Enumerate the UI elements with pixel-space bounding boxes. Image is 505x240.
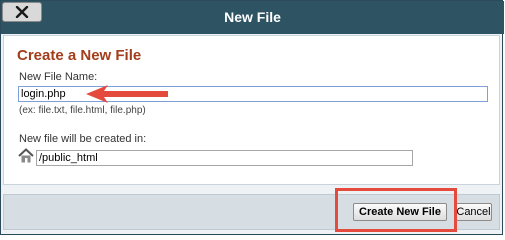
dialog-title: New File: [224, 9, 281, 25]
file-name-hint: (ex: file.txt, file.html, file.php): [19, 105, 146, 116]
home-icon: [18, 148, 34, 163]
title-bar: New File: [1, 1, 504, 34]
location-input[interactable]: [36, 150, 413, 166]
arrow-annotation-icon: [86, 85, 168, 103]
location-label: New file will be created in:: [19, 133, 147, 145]
form-heading: Create a New File: [17, 47, 142, 64]
cancel-button[interactable]: Cancel: [455, 203, 492, 221]
create-button-highlight: [335, 188, 457, 232]
file-name-label: New File Name:: [19, 71, 98, 83]
